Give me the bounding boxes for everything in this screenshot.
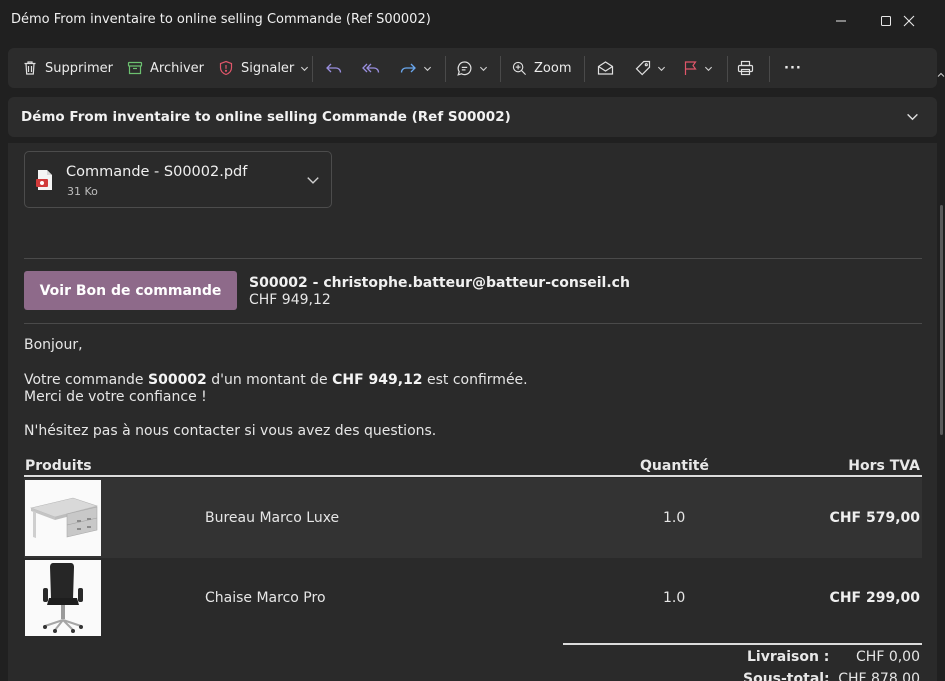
delivery-value: CHF 0,00 bbox=[856, 649, 920, 665]
view-order-button[interactable]: Voir Bon de commande bbox=[24, 271, 237, 310]
toolbar-separator bbox=[769, 56, 770, 82]
confirmation-ref: S00002 bbox=[148, 372, 207, 388]
table-row: Chaise Marco Pro 1.0 CHF 299,00 bbox=[24, 558, 922, 638]
archive-button[interactable]: Archiver bbox=[127, 48, 204, 88]
product-price: CHF 299,00 bbox=[829, 590, 920, 606]
order-amount: CHF 949,12 bbox=[249, 292, 331, 308]
close-button[interactable] bbox=[886, 6, 932, 36]
archive-label: Archiver bbox=[150, 60, 204, 76]
reply-all-button[interactable] bbox=[361, 48, 381, 88]
report-button[interactable]: Signaler bbox=[218, 48, 309, 88]
envelope-open-icon bbox=[597, 61, 614, 75]
product-name: Chaise Marco Pro bbox=[205, 590, 326, 606]
confirmation-middle: d'un montant de bbox=[206, 372, 333, 388]
confirmation-amount: CHF 949,12 bbox=[332, 372, 423, 388]
totals-line bbox=[563, 643, 922, 645]
attachment-size: 31 Ko bbox=[67, 185, 98, 198]
delete-label: Supprimer bbox=[45, 60, 113, 76]
window-title: Démo From inventaire to online selling C… bbox=[11, 12, 431, 27]
archive-icon bbox=[127, 61, 143, 75]
pdf-icon bbox=[36, 170, 52, 190]
toolbar-separator bbox=[312, 56, 313, 82]
attachment-card[interactable]: Commande - S00002.pdf 31 Ko bbox=[24, 151, 332, 208]
chevron-down-icon bbox=[479, 66, 488, 71]
reply-icon bbox=[326, 63, 342, 73]
toolbar-separator bbox=[727, 56, 728, 82]
subtotal-label: Sous-total: bbox=[743, 671, 830, 681]
table-header-line bbox=[24, 475, 922, 477]
subtotal-value: CHF 878,00 bbox=[838, 671, 920, 681]
shield-icon bbox=[219, 60, 233, 76]
column-header-product: Produits bbox=[25, 458, 92, 474]
toolbar-separator bbox=[500, 56, 501, 82]
zoom-icon bbox=[512, 61, 526, 75]
chevron-down-icon[interactable] bbox=[306, 173, 320, 187]
divider bbox=[24, 323, 922, 324]
desk-image bbox=[25, 480, 101, 556]
table-row: Bureau Marco Luxe 1.0 CHF 579,00 bbox=[24, 478, 922, 558]
column-header-price: Hors TVA bbox=[848, 458, 920, 474]
toolbar-separator bbox=[584, 56, 585, 82]
more-options-icon: ··· bbox=[784, 60, 802, 76]
product-price: CHF 579,00 bbox=[829, 510, 920, 526]
column-header-quantity: Quantité bbox=[640, 458, 709, 474]
attachment-name: Commande - S00002.pdf bbox=[66, 164, 248, 180]
mark-read-button[interactable] bbox=[597, 48, 614, 88]
scroll-up-icon[interactable] bbox=[937, 71, 945, 79]
divider bbox=[24, 258, 922, 259]
trash-icon bbox=[24, 61, 36, 75]
chevron-down-icon[interactable] bbox=[906, 110, 919, 123]
toolbar-separator bbox=[445, 56, 446, 82]
chat-button[interactable] bbox=[456, 48, 488, 88]
reply-all-icon bbox=[362, 63, 380, 73]
chevron-down-icon bbox=[423, 66, 432, 71]
chevron-down-icon bbox=[301, 66, 309, 71]
chat-icon bbox=[457, 60, 472, 76]
product-quantity: 1.0 bbox=[663, 510, 686, 526]
scrollbar[interactable] bbox=[940, 205, 943, 435]
minimize-button[interactable] bbox=[818, 6, 864, 36]
product-quantity: 1.0 bbox=[663, 590, 686, 606]
chevron-down-icon bbox=[704, 66, 713, 71]
confirmation-suffix: est confirmée. bbox=[422, 372, 528, 388]
print-button[interactable] bbox=[737, 48, 754, 88]
contact-text: N'hésitez pas à nous contacter si vous a… bbox=[24, 423, 437, 439]
toolbar: Supprimer Archiver Signaler Zoom ··· bbox=[8, 48, 937, 88]
print-icon bbox=[737, 60, 754, 76]
greeting-text: Bonjour, bbox=[24, 337, 83, 353]
zoom-button[interactable]: Zoom bbox=[512, 48, 571, 88]
minimize-icon bbox=[836, 20, 846, 22]
flag-icon bbox=[684, 61, 697, 75]
delivery-label: Livraison : bbox=[747, 649, 830, 665]
forward-icon bbox=[400, 63, 416, 73]
chair-image bbox=[25, 560, 101, 636]
zoom-label: Zoom bbox=[534, 60, 572, 76]
more-options-button[interactable]: ··· bbox=[784, 48, 802, 88]
reply-button[interactable] bbox=[325, 48, 343, 88]
forward-button[interactable] bbox=[399, 48, 432, 88]
flag-button[interactable] bbox=[683, 48, 713, 88]
title-bar: Démo From inventaire to online selling C… bbox=[0, 0, 945, 42]
product-name: Bureau Marco Luxe bbox=[205, 510, 340, 526]
thanks-text: Merci de votre confiance ! bbox=[24, 389, 207, 405]
close-icon bbox=[903, 15, 915, 27]
subject-header[interactable]: Démo From inventaire to online selling C… bbox=[8, 97, 937, 137]
tag-button[interactable] bbox=[635, 48, 666, 88]
confirmation-prefix: Votre commande bbox=[24, 372, 148, 388]
subject-text: Démo From inventaire to online selling C… bbox=[21, 109, 511, 125]
chevron-down-icon bbox=[657, 66, 666, 71]
report-label: Signaler bbox=[241, 60, 295, 76]
confirmation-text: Votre commande S00002 d'un montant de CH… bbox=[24, 372, 528, 388]
tag-icon bbox=[635, 60, 651, 76]
delete-button[interactable]: Supprimer bbox=[22, 48, 113, 88]
order-reference: S00002 - christophe.batteur@batteur-cons… bbox=[249, 275, 630, 291]
